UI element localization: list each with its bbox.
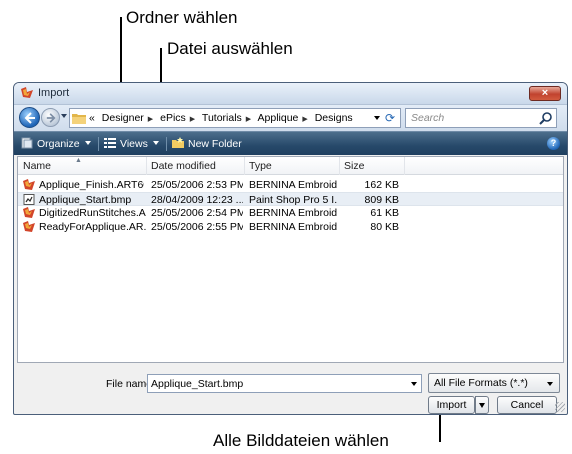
window-title: Import (38, 87, 70, 99)
column-header-size[interactable]: Size (344, 160, 364, 172)
callout-file-label: Datei auswählen (167, 39, 293, 58)
address-bar[interactable]: « Designer ▶ ePics ▶ Tutorials ▶ Applique ▶ … (69, 108, 401, 128)
chevron-right-icon[interactable]: ▶ (246, 116, 251, 123)
toolbar-divider (166, 137, 167, 151)
close-button[interactable]: × (529, 86, 561, 101)
address-dropdown-icon[interactable] (374, 116, 380, 120)
search-box[interactable]: Search (405, 108, 557, 128)
file-type-filter[interactable]: All File Formats (*.*) (428, 373, 560, 393)
column-header-date[interactable]: Date modified (151, 160, 216, 172)
chevron-right-icon[interactable]: ▶ (148, 116, 153, 123)
new-folder-button[interactable]: New Folder (172, 137, 242, 150)
sort-up-icon: ▲ (75, 157, 82, 164)
file-type-filter-value: All File Formats (*.*) (434, 377, 528, 389)
file-type: Paint Shop Pro 5 I... (249, 194, 337, 206)
file-size: 80 KB (370, 221, 399, 233)
file-type: BERNINA Embroid... (249, 207, 337, 219)
help-icon[interactable]: ? (547, 137, 560, 150)
file-name: DigitizedRunStitches.A... (39, 207, 146, 219)
chevron-down-icon (84, 141, 91, 145)
breadcrumb-overflow[interactable]: « (89, 112, 95, 124)
breadcrumb-item-applique[interactable]: Applique (258, 112, 299, 124)
navigation-bar: « Designer ▶ ePics ▶ Tutorials ▶ Applique ▶ … (14, 105, 567, 131)
recent-pages-dropdown-icon[interactable] (61, 114, 67, 118)
import-dialog: Import × « Designer ▶ ePics ▶ Tutorials ▶ A… (13, 82, 568, 415)
back-arrow-icon (24, 112, 35, 124)
column-header-type[interactable]: Type (249, 160, 272, 172)
chevron-right-icon[interactable]: ▶ (190, 116, 195, 123)
search-icon[interactable] (539, 111, 553, 125)
file-date: 25/05/2006 2:54 PM (151, 207, 243, 219)
chevron-down-icon (479, 403, 485, 408)
file-size: 61 KB (370, 207, 399, 219)
breadcrumb-item-designer[interactable]: Designer (102, 112, 144, 124)
column-divider[interactable] (244, 157, 245, 175)
toolbar-divider (98, 137, 99, 151)
file-row[interactable]: ReadyForApplique.AR... 25/05/2006 2:55 P… (18, 220, 563, 234)
art60-icon (23, 207, 35, 218)
callout-folder-label: Ordner wählen (126, 8, 238, 27)
file-type: BERNINA Embroid... (249, 221, 337, 233)
column-divider[interactable] (146, 157, 147, 175)
cancel-button[interactable]: Cancel (497, 396, 557, 414)
chevron-down-icon (152, 141, 159, 145)
title-bar[interactable]: Import × (14, 83, 567, 105)
file-size: 809 KB (364, 194, 399, 206)
file-type: BERNINA Embroid... (249, 179, 337, 191)
resize-grip[interactable] (555, 402, 565, 412)
callout-filter-label: Alle Bilddateien wählen (213, 431, 389, 450)
file-date: 25/05/2006 2:55 PM (151, 221, 243, 233)
breadcrumb: « Designer ▶ ePics ▶ Tutorials ▶ Applique ▶ … (89, 112, 357, 124)
search-placeholder: Search (411, 112, 445, 124)
file-name-value: Applique_Start.bmp (151, 378, 244, 390)
new-folder-icon (172, 137, 184, 148)
file-row[interactable]: Applique_Finish.ART60 25/05/2006 2:53 PM… (18, 178, 563, 192)
column-header-name[interactable]: Name (23, 160, 51, 172)
file-list[interactable]: ▲ Name Date modified Type Size Applique_… (17, 156, 564, 363)
bmp-icon (23, 194, 35, 205)
file-row[interactable]: DigitizedRunStitches.A... 25/05/2006 2:5… (18, 206, 563, 220)
refresh-icon[interactable]: ⟳ (383, 110, 397, 126)
file-size: 162 KB (364, 179, 399, 191)
command-bar: Organize Views New Folder ? (14, 131, 567, 155)
organize-menu[interactable]: Organize (21, 137, 91, 150)
file-row-selected[interactable]: Applique_Start.bmp 28/04/2009 12:23 ... … (18, 192, 563, 206)
folder-icon (72, 114, 86, 124)
new-folder-label: New Folder (188, 138, 242, 150)
art60-icon (23, 221, 35, 232)
back-button[interactable] (19, 107, 40, 128)
column-divider[interactable] (339, 157, 340, 175)
app-icon (21, 87, 33, 98)
file-date: 28/04/2009 12:23 ... (151, 194, 243, 206)
column-divider[interactable] (404, 157, 405, 175)
chevron-down-icon[interactable] (411, 382, 417, 386)
organize-label: Organize (37, 138, 80, 150)
breadcrumb-item-epics[interactable]: ePics (160, 112, 186, 124)
forward-arrow-icon (46, 113, 56, 123)
file-name: ReadyForApplique.AR... (39, 221, 146, 233)
import-button[interactable]: Import (428, 396, 475, 414)
views-icon (104, 138, 116, 148)
views-menu[interactable]: Views (104, 137, 159, 150)
file-name-input[interactable]: Applique_Start.bmp (147, 374, 422, 393)
breadcrumb-item-designs[interactable]: Designs (315, 112, 353, 124)
column-header-row: ▲ Name Date modified Type Size (18, 157, 563, 175)
organize-icon (21, 137, 33, 149)
chevron-right-icon[interactable]: ▶ (302, 116, 307, 123)
art60-icon (23, 179, 35, 190)
import-options-button[interactable] (475, 396, 489, 414)
views-label: Views (120, 138, 148, 150)
chevron-down-icon (547, 382, 553, 386)
file-name: Applique_Start.bmp (39, 194, 132, 206)
forward-button[interactable] (41, 108, 60, 127)
breadcrumb-item-tutorials[interactable]: Tutorials (202, 112, 242, 124)
file-date: 25/05/2006 2:53 PM (151, 179, 243, 191)
file-name: Applique_Finish.ART60 (39, 179, 144, 191)
